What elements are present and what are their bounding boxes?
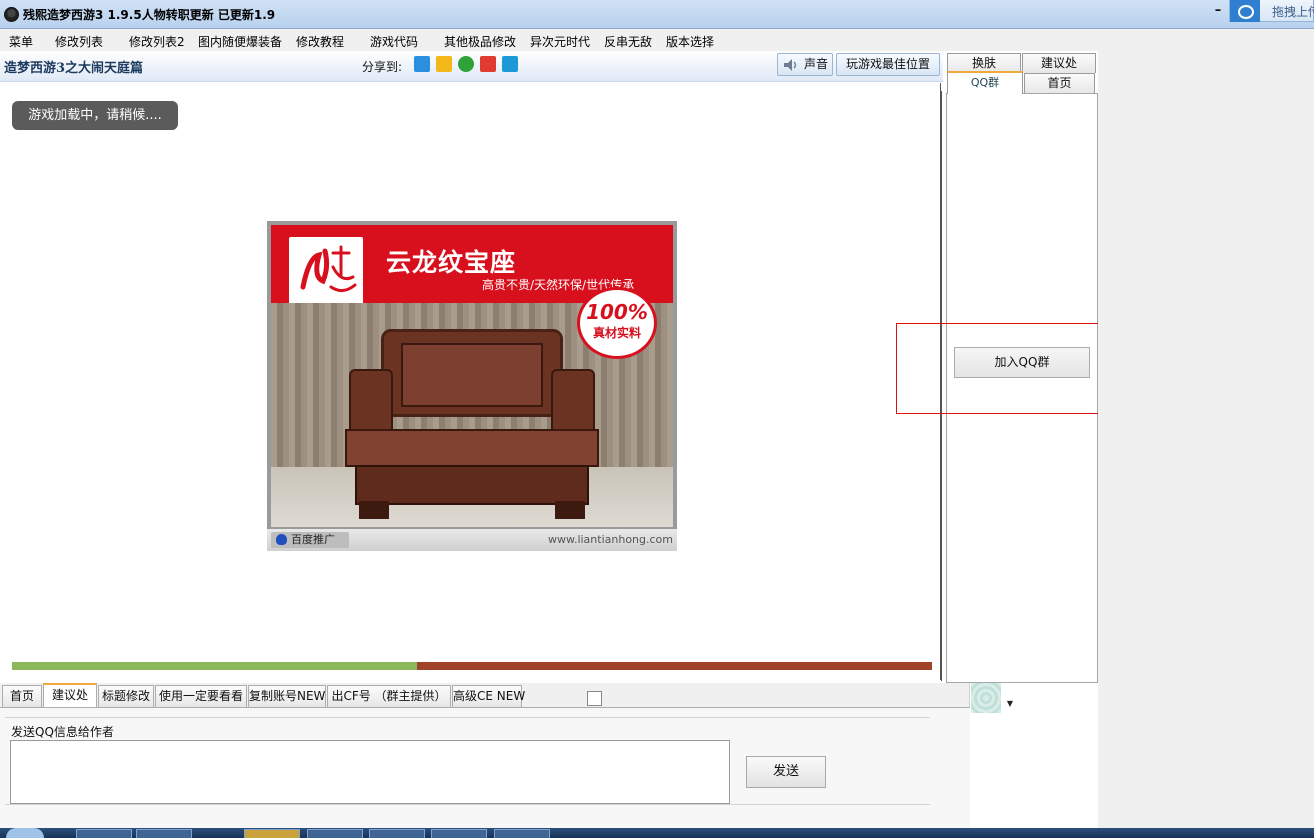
send-button[interactable]: 发送 [746, 756, 826, 788]
baidu-badge[interactable]: 百度推广 [271, 532, 349, 548]
menu-item-tutorial[interactable]: 修改教程 [296, 33, 344, 50]
window-title: 残熙造梦西游3 1.9.5人物转职更新 已更新1.9 [23, 8, 276, 22]
baidu-paw-icon [276, 534, 287, 545]
menu-item-mod-list-2[interactable]: 修改列表2 [129, 33, 185, 50]
menu-item-drop-equipment[interactable]: 图内随便爆装备 [198, 33, 282, 50]
empty-gray-area [1098, 51, 1314, 838]
tab-content: 发送QQ信息给作者 发送 [0, 707, 970, 828]
weibo-icon[interactable] [480, 56, 496, 72]
game-area[interactable]: 游戏加载中，请稍候.... 云龙纹宝座 高贵不贵/天然环保/世代传承 100% … [2, 83, 941, 680]
message-input[interactable] [10, 740, 730, 804]
loading-progress-bar [12, 662, 932, 670]
menu-item-invincible[interactable]: 反串无敌 [604, 33, 652, 50]
cloud-upload-widget[interactable]: 拖拽上传 [1229, 0, 1314, 22]
pengyou-icon[interactable] [436, 56, 452, 72]
tab-suggestions[interactable]: 建议处 [43, 683, 97, 707]
seal-percent: 100% [586, 300, 648, 324]
tab-copy-account[interactable]: 复制账号NEW [248, 685, 326, 707]
best-position-button[interactable]: 玩游戏最佳位置 [836, 53, 940, 76]
tab-skin[interactable]: 换肤 [947, 53, 1021, 73]
taskbar-item[interactable] [76, 829, 132, 838]
baidu-badge-label: 百度推广 [291, 533, 335, 546]
bottom-panel: 首页 建议处 标题修改 使用一定要看看 复制账号NEW 出CF号 （群主提供） … [0, 683, 970, 828]
tab-cf-account[interactable]: 出CF号 （群主提供） [327, 685, 451, 707]
menu-item-mod-list[interactable]: 修改列表 [55, 33, 103, 50]
join-qq-group-button[interactable]: 加入QQ群 [954, 347, 1090, 378]
tab-home[interactable]: 首页 [1024, 73, 1095, 93]
side-panel [946, 93, 1098, 683]
brand-logo-icon [289, 237, 363, 311]
minimize-button[interactable]: – [1211, 4, 1225, 18]
seal-text: 真材实料 [592, 326, 641, 340]
tab-suggestions[interactable]: 建议处 [1022, 53, 1096, 73]
tab-home[interactable]: 首页 [2, 685, 42, 707]
qzone-icon[interactable] [414, 56, 430, 72]
menu-bar: 菜单 修改列表 修改列表2 图内随便爆装备 修改教程 游戏代码 其他极品修改 异… [0, 29, 1314, 51]
menu-item-version[interactable]: 版本选择 [666, 33, 714, 50]
kaixin-icon[interactable] [458, 56, 474, 72]
taskbar-item[interactable] [431, 829, 487, 838]
sound-button[interactable]: 声音 [777, 53, 833, 76]
quality-seal: 100% 真材实料 [577, 287, 657, 359]
ad-url[interactable]: www.liantianhong.com [548, 533, 673, 546]
app-icon [4, 7, 19, 22]
taskbar-item[interactable] [136, 829, 192, 838]
qq-icon[interactable] [502, 56, 518, 72]
start-button[interactable] [6, 828, 44, 838]
chevron-down-icon[interactable]: ▼ [1003, 698, 1017, 710]
page-title: 造梦西游3之大闹天庭篇 [4, 61, 144, 76]
tab-title-edit[interactable]: 标题修改 [98, 685, 154, 707]
taskbar-item[interactable] [369, 829, 425, 838]
menu-item-game-code[interactable]: 游戏代码 [370, 33, 418, 50]
divider [941, 91, 942, 681]
menu-item-menu[interactable]: 菜单 [9, 33, 33, 50]
taskbar-item[interactable] [244, 829, 300, 838]
send-group-label: 发送QQ信息给作者 [11, 723, 114, 740]
ad-headline: 云龙纹宝座 [386, 248, 517, 277]
loading-badge: 游戏加载中，请稍候.... [12, 101, 178, 130]
speaker-icon [784, 59, 797, 71]
small-checkbox[interactable] [587, 691, 602, 706]
taskbar-item[interactable] [494, 829, 550, 838]
progress-fill [12, 662, 417, 670]
tab-advanced-ce[interactable]: 高级CE NEW [452, 685, 525, 707]
ad-banner[interactable]: 云龙纹宝座 高贵不贵/天然环保/世代传承 100% 真材实料 百度推广 www.… [267, 221, 677, 551]
menu-item-other-mods[interactable]: 其他极品修改 [444, 33, 516, 50]
cloud-upload-label: 拖拽上传 [1272, 5, 1314, 19]
throne-image [345, 329, 599, 519]
cloud-icon [1230, 0, 1260, 22]
taskbar [0, 828, 1314, 838]
share-label: 分享到: [362, 60, 403, 74]
send-message-group: 发送QQ信息给作者 发送 [5, 717, 930, 805]
title-bar: 残熙造梦西游3 1.9.5人物转职更新 已更新1.9 – 拖拽上传 [0, 0, 1314, 29]
game-header: 造梦西游3之大闹天庭篇 分享到: 声音 玩游戏最佳位置 [0, 51, 943, 82]
ad-footer: 百度推广 www.liantianhong.com [267, 529, 677, 551]
decorative-pattern [971, 683, 1001, 713]
tab-must-read[interactable]: 使用一定要看看 [155, 685, 247, 707]
menu-item-other-dimension[interactable]: 异次元时代 [530, 33, 590, 50]
sound-label: 声音 [804, 57, 829, 71]
taskbar-item[interactable] [307, 829, 363, 838]
tab-qq-group[interactable]: QQ群 [947, 71, 1023, 94]
